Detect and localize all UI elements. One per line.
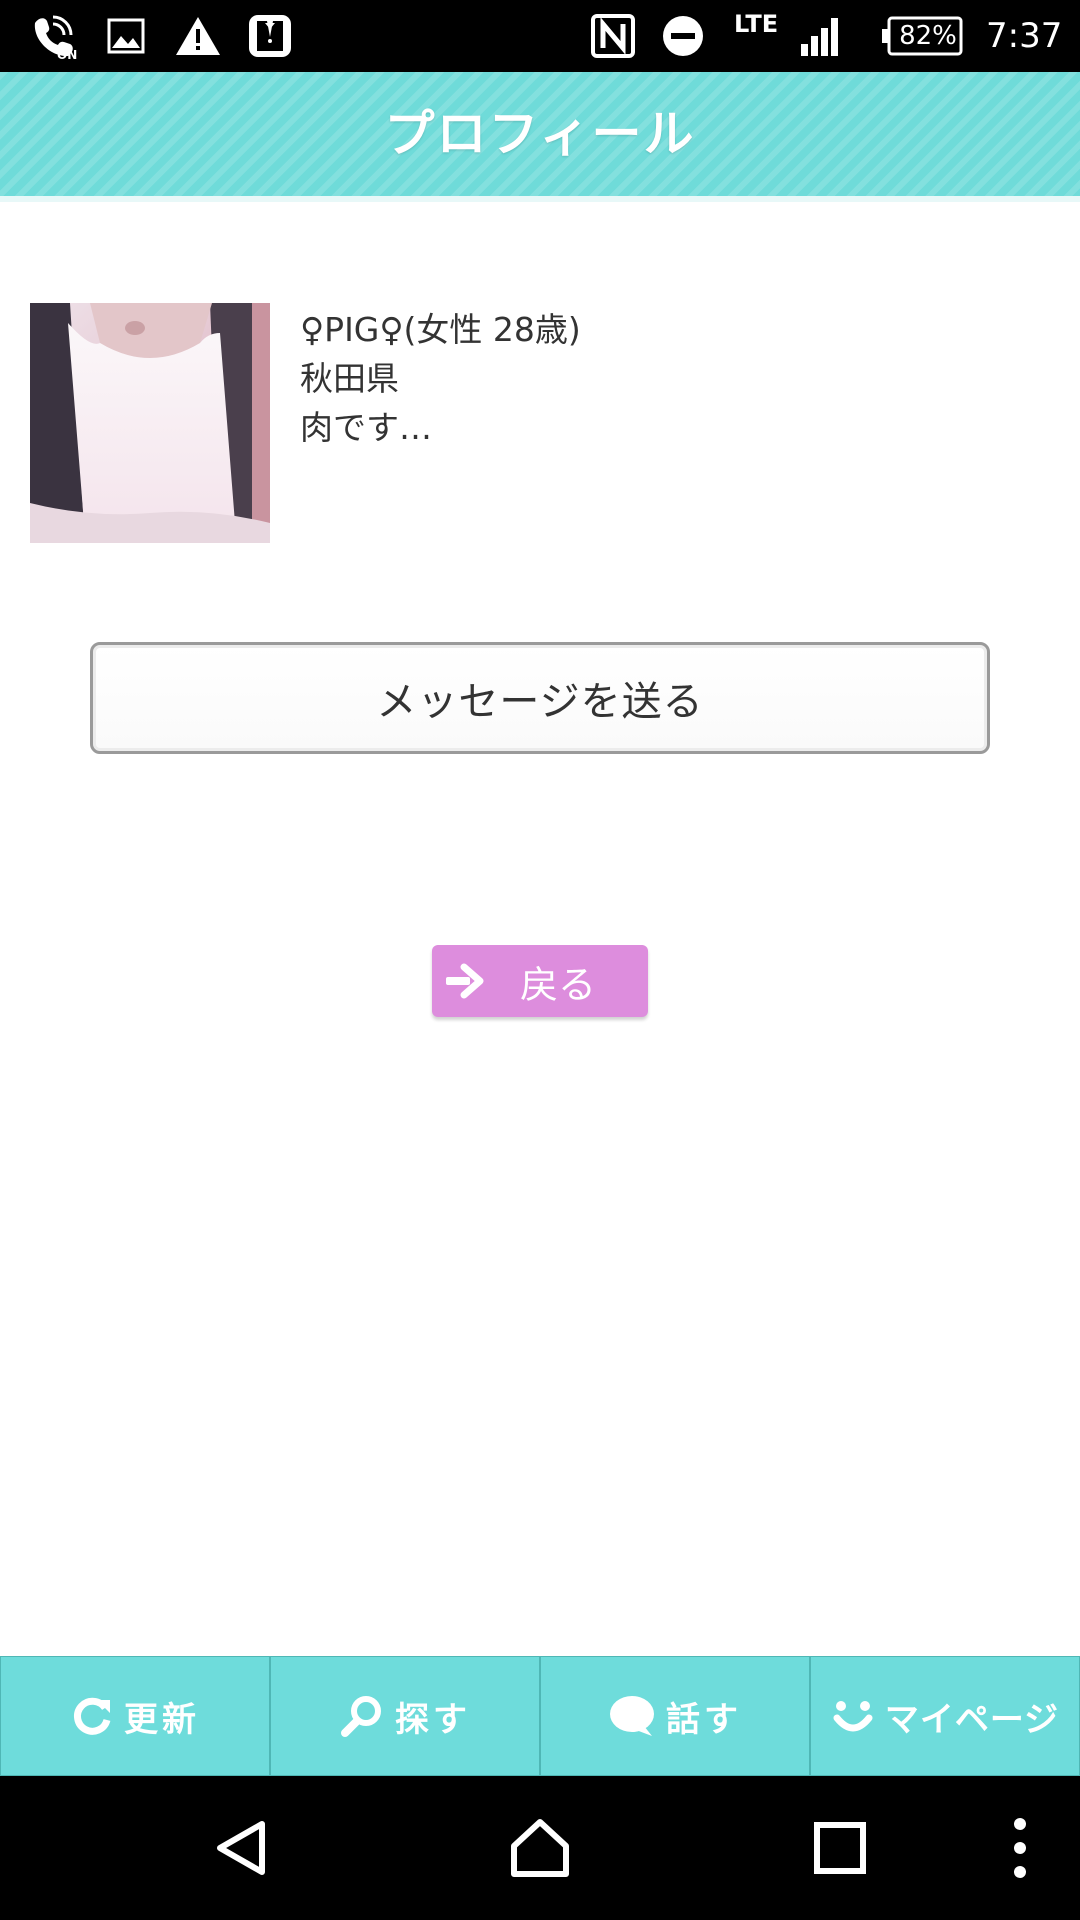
profile-info: ♀PIG♀(女性 28歳) 秋田県 肉です… [300, 305, 1040, 452]
chat-bubble-icon [610, 1696, 654, 1736]
send-message-button[interactable]: メッセージを送る [90, 642, 990, 754]
battery-percent: 82% [899, 21, 957, 51]
tab-search-label: 探す [395, 1699, 471, 1740]
more-vert-icon[interactable] [972, 1800, 1068, 1896]
page-title: プロフィール [384, 105, 696, 163]
tab-search[interactable]: 探す [270, 1656, 540, 1776]
back-button[interactable]: 戻る [432, 945, 648, 1017]
tab-talk-label: 話す [666, 1699, 742, 1740]
recents-icon[interactable] [792, 1800, 888, 1896]
nav-bar [0, 1776, 1080, 1920]
do-not-disturb-icon [660, 12, 706, 60]
tab-bar: 更新 探す 話す マイページ [0, 1656, 1080, 1776]
tab-refresh[interactable]: 更新 [0, 1656, 270, 1776]
profile-photo[interactable] [30, 303, 270, 543]
smile-icon [833, 1701, 873, 1732]
back-button-label: 戻る [520, 962, 597, 1007]
signal-icon [798, 12, 846, 60]
back-icon[interactable] [194, 1800, 290, 1896]
profile-location: 秋田県 [300, 359, 399, 398]
arrow-right-icon [446, 963, 484, 999]
image-icon [106, 12, 146, 60]
app-header: プロフィール [0, 72, 1080, 202]
tab-refresh-label: 更新 [124, 1699, 200, 1740]
home-icon[interactable] [492, 1800, 588, 1896]
nfc-icon [588, 12, 638, 60]
refresh-icon [73, 1697, 111, 1735]
svg-text:ON: ON [57, 48, 77, 59]
warning-icon [174, 12, 222, 60]
status-bar: ON LTE 82% 7:37 [0, 0, 1080, 72]
profile-name: ♀PIG♀(女性 28歳) [300, 310, 581, 349]
tuxedo-app-icon [246, 12, 294, 60]
search-icon [341, 1696, 381, 1737]
screen: ON LTE 82% 7:37 プロフィール ♀PIG♀(女性 28歳) 秋田県… [0, 0, 1080, 1920]
battery-icon: 82% [882, 12, 964, 60]
wifi-calling-icon: ON [28, 12, 80, 60]
profile-message: 肉です… [300, 408, 432, 447]
tab-mypage-label: マイページ [884, 1699, 1060, 1740]
tab-mypage[interactable]: マイページ [810, 1656, 1080, 1776]
clock: 7:37 [986, 16, 1063, 56]
network-type: LTE [734, 10, 779, 38]
tab-talk[interactable]: 話す [540, 1656, 810, 1776]
